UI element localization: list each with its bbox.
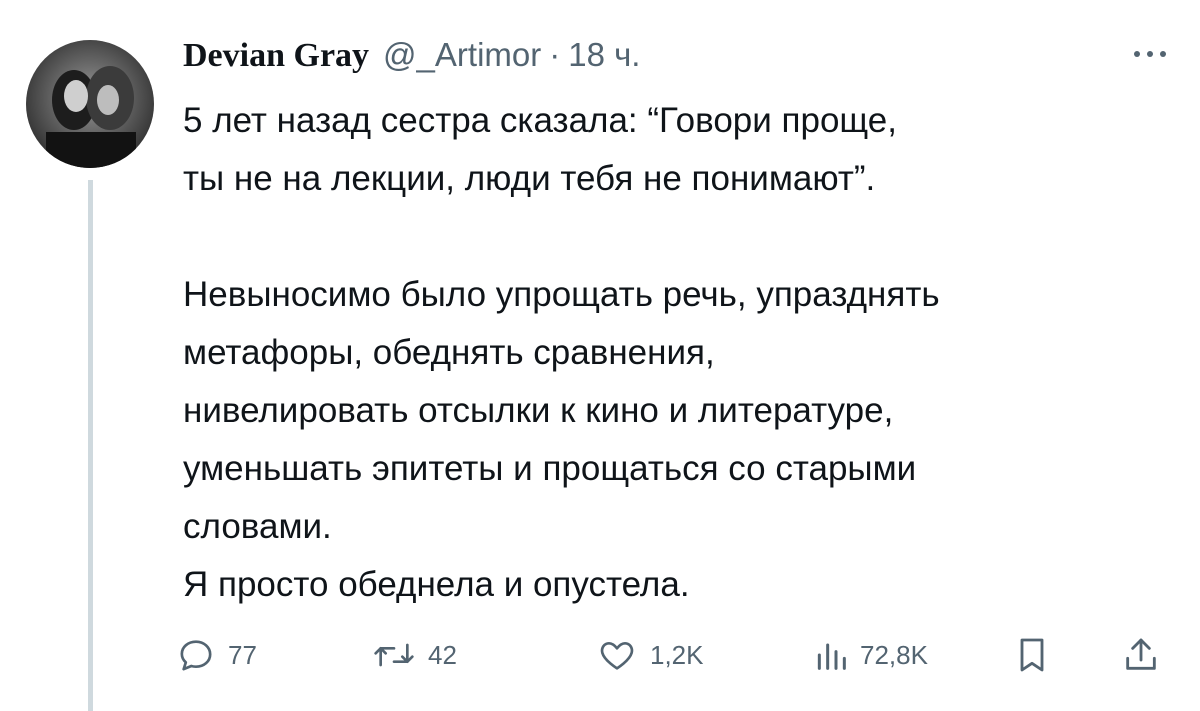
reply-count: 77: [228, 639, 257, 670]
separator-dot: ·: [549, 36, 561, 73]
like-button[interactable]: 1,2K: [596, 630, 704, 680]
tweet-paragraph: 5 лет назад сестра сказала: “Говори прощ…: [183, 92, 1168, 208]
repost-count: 42: [428, 639, 457, 670]
text-line: словами.: [183, 507, 332, 546]
more-dots-icon: [1132, 49, 1168, 59]
speech-bubble-icon: [176, 635, 216, 675]
repost-arrows-icon: [372, 635, 416, 675]
heart-icon: [596, 635, 638, 675]
text-line: метафоры, обеднять сравнения,: [183, 333, 715, 372]
share-upload-icon: [1122, 635, 1160, 675]
thread-line: [88, 180, 93, 711]
reply-button[interactable]: 77: [176, 630, 257, 680]
action-bar: 77 42 1,2K 72,8K: [176, 630, 1176, 680]
author-name[interactable]: Devian Gray: [183, 37, 369, 75]
avatar[interactable]: [26, 40, 154, 168]
text-line: Невыносимо было упрощать речь, упразднят…: [183, 275, 940, 314]
bookmark-icon: [1014, 635, 1050, 675]
text-line: уменьшать эпитеты и прощаться со старыми: [183, 449, 917, 488]
share-button[interactable]: [1122, 630, 1160, 680]
tweet-paragraph: Невыносимо было упрощать речь, упразднят…: [183, 266, 1168, 614]
bookmark-button[interactable]: [1014, 630, 1050, 680]
text-line: Я просто обеднела и опустела.: [183, 565, 690, 604]
timestamp[interactable]: 18 ч.: [568, 36, 640, 74]
views-button[interactable]: 72,8K: [814, 630, 928, 680]
bar-chart-icon: [814, 635, 848, 675]
like-count: 1,2K: [650, 639, 704, 670]
text-line: ты не на лекции, люди тебя не понимают”.: [183, 159, 876, 198]
tweet-header: Devian Gray @_Artimor · 18 ч.: [183, 36, 640, 84]
text-line: нивелировать отсылки к кино и литературе…: [183, 391, 894, 430]
author-handle[interactable]: @_Artimor: [383, 36, 541, 74]
view-count: 72,8K: [860, 639, 928, 670]
tweet-text: 5 лет назад сестра сказала: “Говори прощ…: [183, 92, 1168, 614]
repost-button[interactable]: 42: [372, 630, 457, 680]
more-options-button[interactable]: [1126, 36, 1174, 72]
text-line: 5 лет назад сестра сказала: “Говори прощ…: [183, 101, 897, 140]
